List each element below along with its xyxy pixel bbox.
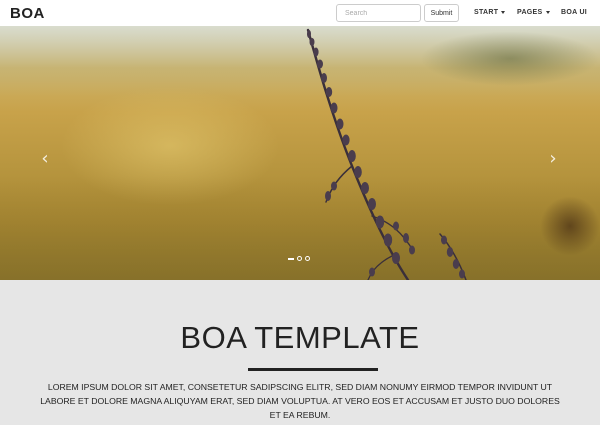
carousel-indicator[interactable] [305, 256, 310, 261]
search-input[interactable] [336, 4, 421, 22]
submit-button[interactable]: Submit [424, 4, 459, 22]
nav-item-label: PAGES [517, 9, 543, 16]
hero-carousel: ‹ › [0, 26, 600, 280]
nav-item-label: START [474, 9, 499, 16]
title-divider [248, 368, 378, 371]
carousel-indicator[interactable] [297, 256, 302, 261]
caret-down-icon [545, 11, 550, 14]
carousel-slide-image [306, 28, 467, 280]
chevron-left-icon[interactable]: ‹ [38, 148, 52, 170]
carousel-indicator[interactable] [288, 257, 294, 260]
carousel-indicators [288, 256, 310, 261]
caret-down-icon [501, 11, 506, 14]
intro-text: LOREM IPSUM DOLOR SIT AMET, CONSETETUR S… [40, 382, 560, 420]
chevron-right-icon[interactable]: › [546, 148, 560, 170]
brand-logo[interactable]: BOA [10, 5, 45, 22]
nav-item-label: BOA UI [561, 9, 588, 16]
intro-section: BOA TEMPLATE LOREM IPSUM DOLOR SIT AMET,… [0, 280, 600, 425]
page-title: BOA TEMPLATE [180, 320, 420, 355]
nav-item-boa-ui[interactable]: BOA UI [561, 9, 587, 16]
nav-item-pages[interactable]: PAGES [517, 9, 550, 16]
nav-item-start[interactable]: START [474, 9, 506, 16]
top-navbar: BOA Submit START PAGES BOA UI [0, 0, 600, 26]
